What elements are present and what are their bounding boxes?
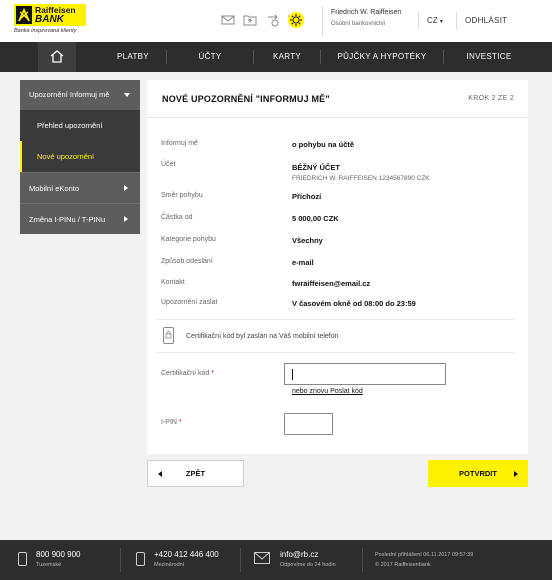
user-role: Osobní bankovnictví bbox=[331, 21, 386, 27]
mobile-phone-icon bbox=[163, 327, 174, 344]
nav-ucty[interactable]: ÚČTY bbox=[167, 42, 253, 72]
divider bbox=[157, 352, 514, 353]
chevron-down-icon: ▾ bbox=[439, 19, 443, 25]
user-name: Friedrich W. Raiffeisen bbox=[331, 9, 402, 16]
mail-icon[interactable] bbox=[221, 12, 235, 28]
chevron-left-icon bbox=[158, 471, 162, 477]
footer-divider bbox=[120, 548, 121, 572]
notification-form-card: NOVÉ UPOZORNĚNÍ "INFORMUJ MĚ" KROK 2 ZE … bbox=[147, 80, 528, 454]
raiffeisen-logo[interactable]: Raiffeisen BANK Banka inspirovaná klient… bbox=[14, 4, 86, 38]
mail-icon bbox=[254, 552, 270, 564]
card-header: NOVÉ UPOZORNĚNÍ "INFORMUJ MĚ" KROK 2 ZE … bbox=[147, 80, 528, 118]
confirm-button-label: POTVRDIT bbox=[459, 469, 497, 478]
transfer-icon[interactable] bbox=[266, 12, 280, 28]
sidebar-item-label: Mobilní eKonto bbox=[29, 184, 80, 193]
smer-pohybu-value: Příchozí bbox=[292, 192, 322, 201]
footer-phone-domestic-number: 800 900 900 bbox=[36, 550, 81, 559]
smer-pohybu-label: Směr pohybu bbox=[161, 192, 203, 199]
sidebar: Upozornění Informuj mě Přehled upozorněn… bbox=[20, 80, 140, 234]
footer-divider bbox=[240, 548, 241, 572]
informuj-me-label: Informuj mě bbox=[161, 140, 198, 147]
footer-phone-international-number: +420 412 446 400 bbox=[154, 550, 219, 559]
kontakt-label: Kontakt bbox=[161, 279, 185, 286]
gable-cross-icon bbox=[16, 6, 32, 24]
footer-email-address: info@rb.cz bbox=[280, 550, 319, 559]
phone-icon bbox=[136, 552, 145, 566]
footer-phone-international-label: Mezinárodní bbox=[154, 562, 185, 568]
nav-platby[interactable]: PLATBY bbox=[100, 42, 166, 72]
home-icon bbox=[50, 50, 64, 63]
logo-name: Raiffeisen BANK bbox=[35, 5, 76, 25]
last-login: Poslední přihlášení 06.11.2017 09:57:39 bbox=[375, 552, 474, 558]
ipin-label: I-PIN * bbox=[161, 419, 182, 426]
ucet-label: Účet bbox=[161, 161, 176, 168]
sidebar-item-zmena-pinu[interactable]: Změna I-PINu / T-PINu bbox=[20, 203, 140, 234]
footer: 800 900 900 Tuzemské +420 412 446 400 Me… bbox=[0, 540, 552, 580]
ipin-input[interactable] bbox=[284, 413, 333, 435]
chevron-right-icon bbox=[514, 471, 518, 477]
upozorneni-zaslat-value: V časovém okně od 08:00 do 23:59 bbox=[292, 299, 416, 308]
sidebar-section-informuj-me[interactable]: Upozornění Informuj mě bbox=[20, 80, 140, 110]
kategorie-pohybu-label: Kategorie pohybu bbox=[161, 236, 216, 243]
certification-code-label: Certifikační kód * bbox=[161, 370, 214, 377]
logo-tagline: Banka inspirovaná klienty bbox=[14, 28, 77, 34]
kontakt-value: fwraiffeisen@email.cz bbox=[292, 279, 371, 288]
settings-icon[interactable] bbox=[288, 12, 304, 28]
chevron-right-icon bbox=[124, 216, 128, 222]
nav-pujcky-hypoteky[interactable]: PŮJČKY A HYPOTÉKY bbox=[321, 42, 443, 72]
back-button-label: ZPĚT bbox=[185, 469, 206, 478]
required-mark: * bbox=[211, 370, 214, 377]
footer-phone-domestic-label: Tuzemské bbox=[36, 562, 62, 568]
copyright: © 2017 Raiffeisenbank bbox=[375, 562, 431, 568]
language-selector[interactable]: CZ ▾ bbox=[418, 12, 443, 30]
page-title: NOVÉ UPOZORNĚNÍ "INFORMUJ MĚ" bbox=[162, 94, 330, 104]
divider bbox=[157, 319, 514, 320]
zpusob-odeslani-value: e-mail bbox=[292, 258, 314, 267]
chevron-right-icon bbox=[124, 185, 128, 191]
certification-code-input[interactable] bbox=[284, 363, 446, 385]
footer-divider bbox=[362, 548, 363, 572]
back-button[interactable]: ZPĚT bbox=[147, 460, 244, 487]
zpusob-odeslani-label: Způsob odeslání bbox=[161, 258, 213, 265]
main-navigation: PLATBY ÚČTY KARTY PŮJČKY A HYPOTÉKY INVE… bbox=[0, 42, 552, 72]
footer-email-note: Odpovíme do 24 hodin bbox=[280, 562, 336, 568]
folder-upload-icon[interactable] bbox=[243, 12, 257, 28]
sidebar-section-label: Upozornění Informuj mě bbox=[29, 90, 110, 99]
castka-od-value: 5 000,00 CZK bbox=[292, 214, 339, 223]
logo-box: Raiffeisen BANK bbox=[14, 4, 86, 26]
castka-od-label: Částka od bbox=[161, 214, 193, 221]
sidebar-item-prehled-upozorneni[interactable]: Přehled upozornění bbox=[20, 110, 140, 141]
resend-code-link[interactable]: nebo znovu Poslat kód bbox=[292, 388, 363, 395]
sidebar-item-nove-upozorneni[interactable]: Nové upozornění bbox=[20, 141, 140, 172]
top-header: Raiffeisen BANK Banka inspirovaná klient… bbox=[0, 0, 552, 42]
sidebar-item-mobilni-ekonto[interactable]: Mobilní eKonto bbox=[20, 172, 140, 203]
certification-note: Certifikační kód byl zaslán na Váš mobil… bbox=[186, 333, 339, 340]
nav-home[interactable] bbox=[38, 42, 76, 72]
chevron-down-icon bbox=[124, 93, 130, 97]
sidebar-item-label: Změna I-PINu / T-PINu bbox=[29, 215, 106, 224]
kategorie-pohybu-value: Všechny bbox=[292, 236, 323, 245]
informuj-me-value: o pohybu na účtě bbox=[292, 140, 355, 149]
language-label: CZ bbox=[427, 16, 438, 25]
upozorneni-zaslat-label: Upozornění zaslat bbox=[161, 299, 218, 306]
footer-meta: Poslední přihlášení 06.11.2017 09:57:39 … bbox=[375, 550, 473, 570]
ucet-value: BĚŽNÝ ÚČET bbox=[292, 163, 340, 172]
confirm-button[interactable]: POTVRDIT bbox=[428, 460, 528, 487]
nav-karty[interactable]: KARTY bbox=[254, 42, 320, 72]
ucet-detail: FRIEDRICH W. RAIFFEISEN 1234567890 CZK bbox=[292, 175, 430, 182]
step-indicator: KROK 2 ZE 2 bbox=[468, 95, 514, 102]
logout-link[interactable]: ODHLÁSIT bbox=[456, 12, 507, 30]
nav-investice[interactable]: INVESTICE bbox=[444, 42, 534, 72]
user-info[interactable]: Friedrich W. Raiffeisen Osobní bankovnic… bbox=[322, 6, 401, 36]
required-mark: * bbox=[178, 419, 182, 426]
phone-icon bbox=[18, 552, 27, 566]
